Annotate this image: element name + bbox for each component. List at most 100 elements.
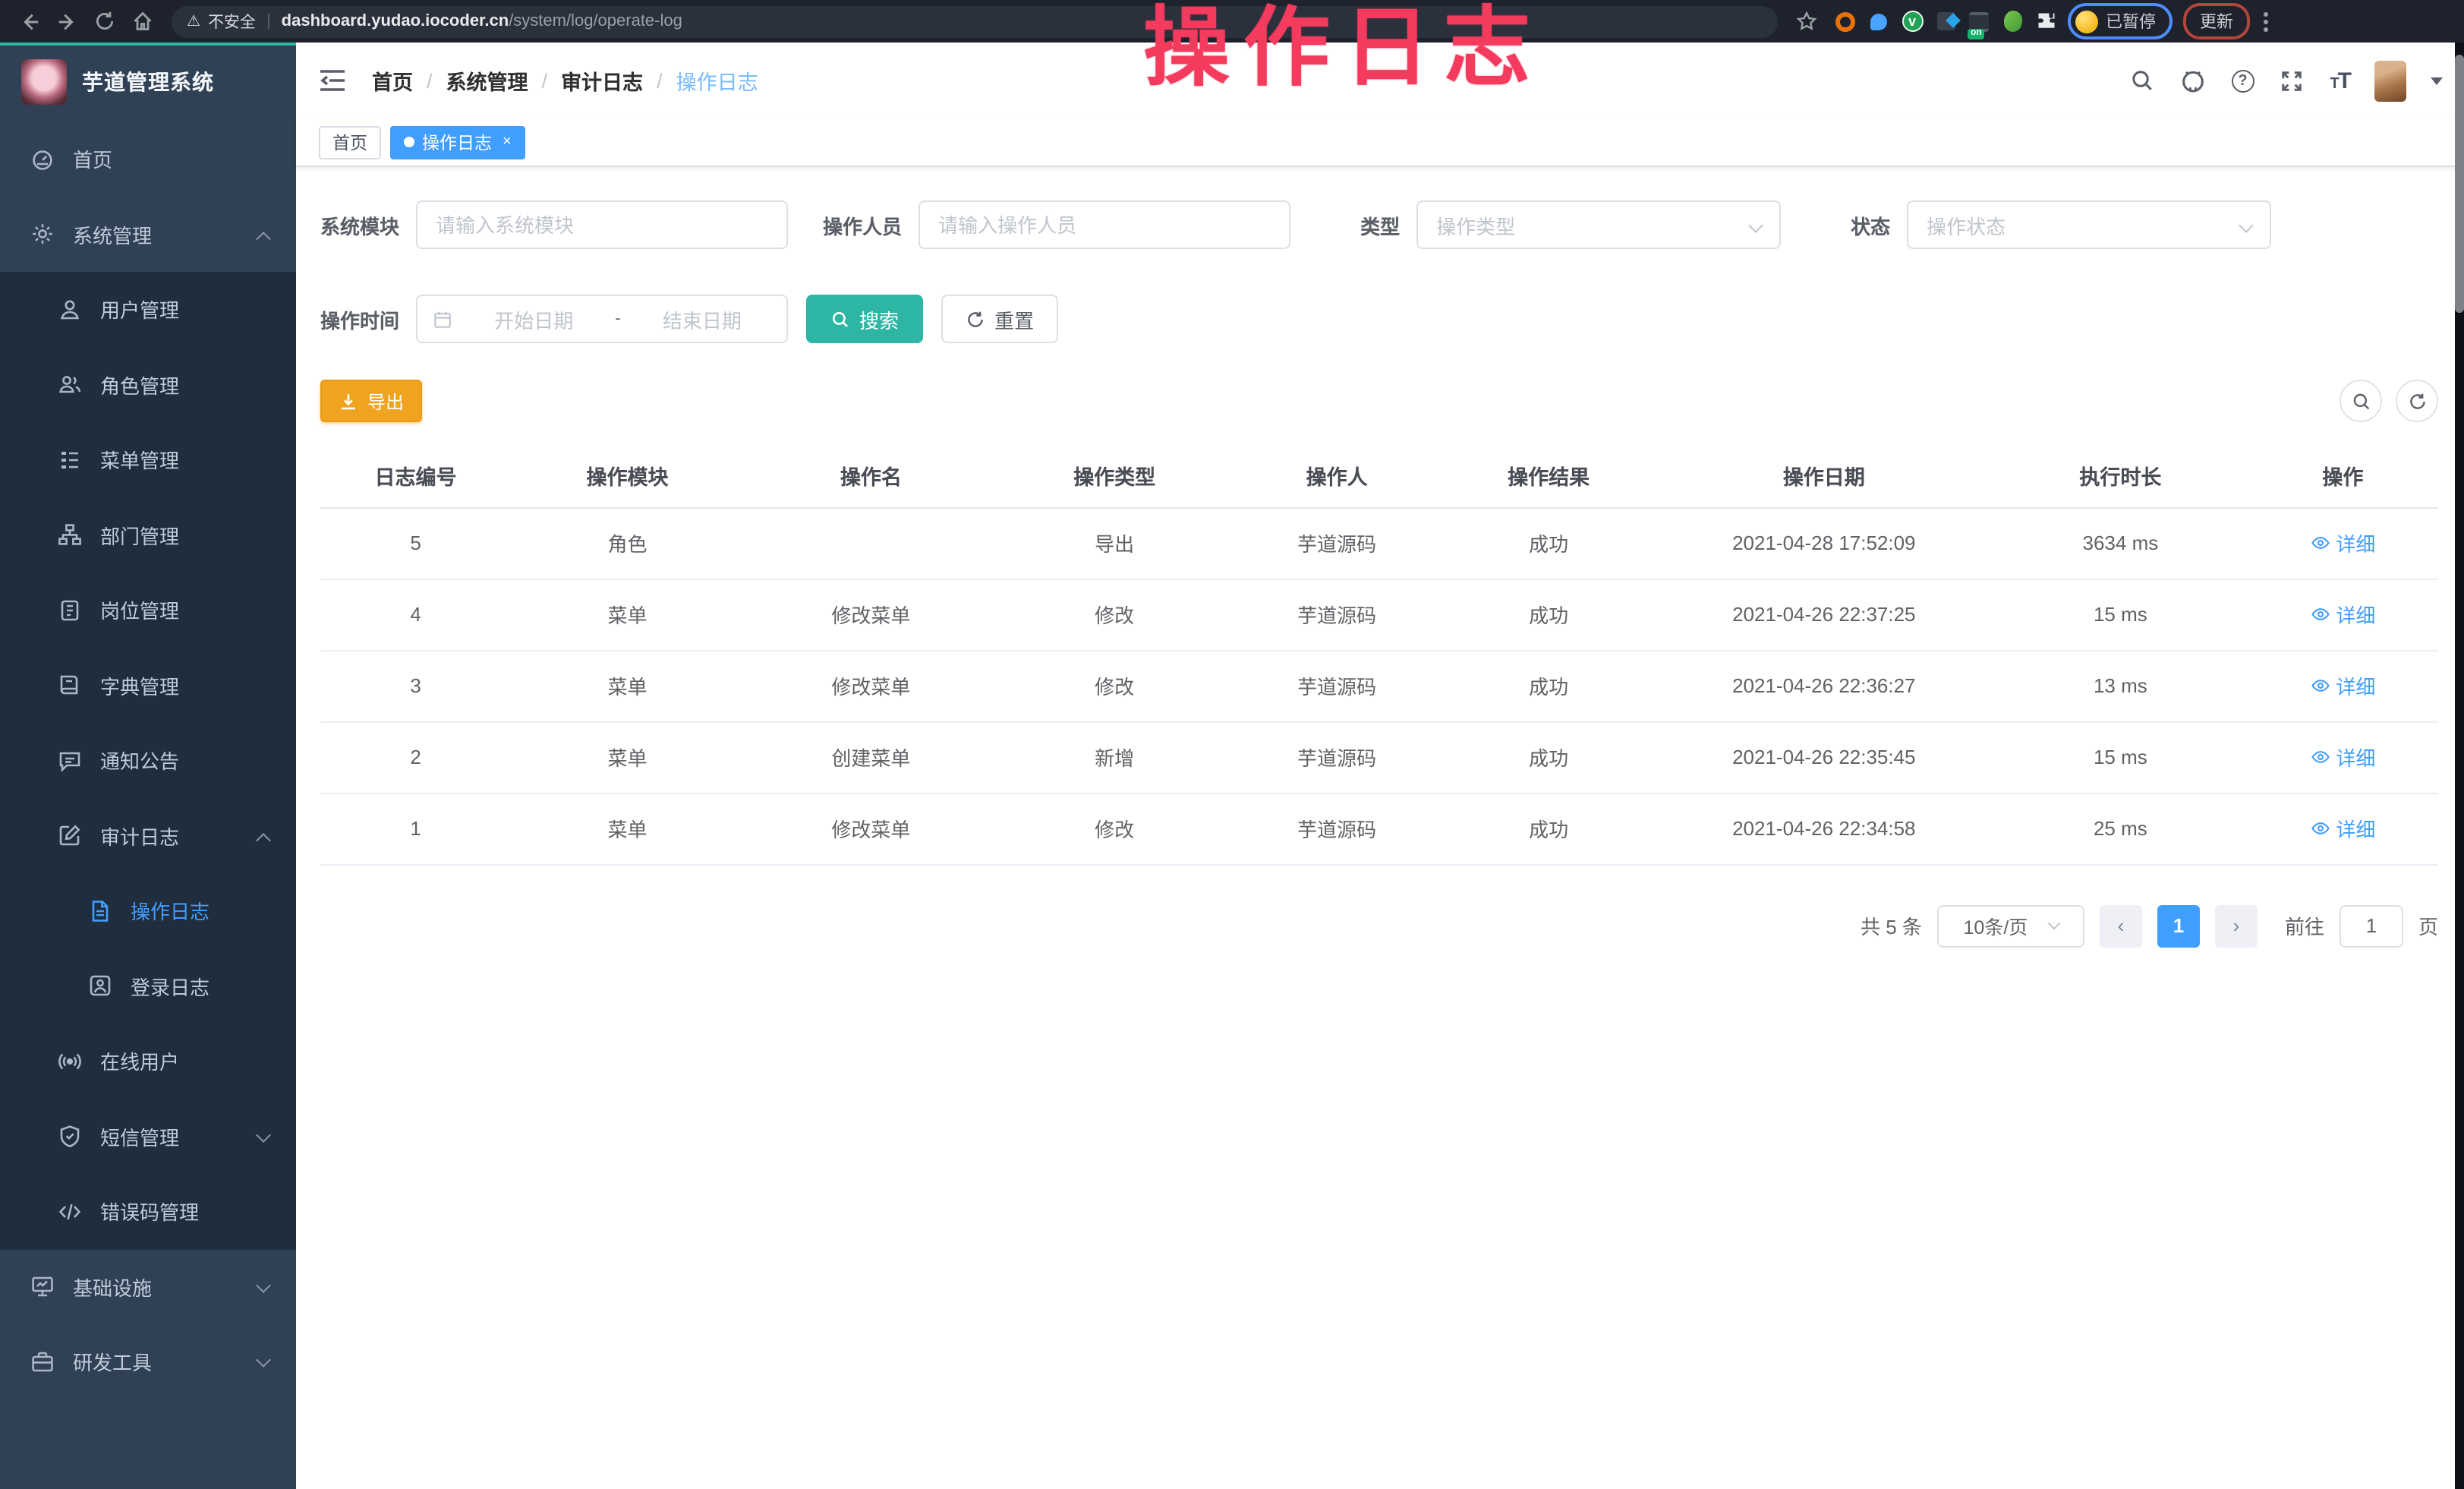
font-size-icon[interactable]: TT <box>2330 68 2350 93</box>
module-input[interactable] <box>416 200 788 249</box>
browser-back-icon[interactable] <box>12 5 46 38</box>
type-select[interactable]: 操作类型 <box>1416 200 1781 249</box>
table-row: 2 菜单 创建菜单 新增 芋道源码 成功 2021-04-26 22:35:45… <box>320 721 2438 793</box>
sidebar-item-error-code[interactable]: 错误码管理 <box>0 1174 296 1249</box>
show-search-circle-button[interactable] <box>2340 380 2382 422</box>
detail-link[interactable]: 详细 <box>2310 743 2375 771</box>
insecure-warning-icon: ⚠ <box>187 13 200 30</box>
page-content: 系统模块 操作人员 类型 操作类型 状态 操作状态 <box>296 167 2464 1489</box>
profile-paused-pill[interactable]: 已暂停 <box>2068 3 2173 39</box>
breadcrumb-system[interactable]: 系统管理 <box>446 65 528 96</box>
tag-label: 操作日志 <box>422 130 492 154</box>
scrollbar-thumb[interactable] <box>2455 55 2464 313</box>
cell-date: 2021-04-26 22:35:45 <box>1655 721 1993 793</box>
cell-type: 新增 <box>998 721 1231 793</box>
sidebar-item-sms-management[interactable]: 短信管理 <box>0 1099 296 1174</box>
help-icon[interactable]: ? <box>2231 69 2254 92</box>
sidebar-item-online-users[interactable]: 在线用户 <box>0 1024 296 1099</box>
detail-link[interactable]: 详细 <box>2310 814 2375 843</box>
detail-link-label: 详细 <box>2336 743 2375 771</box>
sidebar-collapse-icon[interactable] <box>317 65 348 96</box>
browser-menu-icon[interactable] <box>2264 11 2268 31</box>
sidebar-item-dict-management[interactable]: 字典管理 <box>0 648 296 723</box>
sidebar-item-role-management[interactable]: 角色管理 <box>0 347 296 422</box>
screen: ⚠ 不安全 | dashboard.yudao.iocoder.cn /syst… <box>0 0 2464 1489</box>
refresh-circle-button[interactable] <box>2396 380 2438 422</box>
next-page-button[interactable]: › <box>2215 904 2258 947</box>
sitemap-icon <box>58 523 82 547</box>
app-logo-bar[interactable]: 芋道管理系统 <box>0 43 296 121</box>
export-button-label: 导出 <box>367 388 404 414</box>
cell-operator: 芋道源码 <box>1231 650 1443 721</box>
chevron-down-icon <box>1748 218 1763 233</box>
reset-button[interactable]: 重置 <box>941 295 1058 343</box>
menu-list-icon <box>58 448 82 472</box>
user-avatar[interactable] <box>2374 60 2406 101</box>
insecure-label: 不安全 <box>208 10 256 33</box>
logo-image <box>21 59 67 105</box>
app-title: 芋道管理系统 <box>82 67 214 97</box>
sidebar-item-notice[interactable]: 通知公告 <box>0 723 296 798</box>
detail-link[interactable]: 详细 <box>2310 600 2375 629</box>
goto-page-input[interactable] <box>2340 904 2403 947</box>
sidebar-item-dev-tools[interactable]: 研发工具 <box>0 1324 296 1399</box>
export-button[interactable]: 导出 <box>320 380 422 422</box>
page-size-select[interactable]: 10条/页 <box>1937 904 2084 947</box>
detail-link[interactable]: 详细 <box>2310 671 2375 700</box>
fullscreen-icon[interactable] <box>2278 67 2305 94</box>
github-icon[interactable] <box>2179 67 2207 94</box>
table-row: 4 菜单 修改菜单 修改 芋道源码 成功 2021-04-26 22:37:25… <box>320 579 2438 650</box>
sidebar-item-infrastructure[interactable]: 基础设施 <box>0 1249 296 1324</box>
sidebar-item-system-management[interactable]: 系统管理 <box>0 197 296 272</box>
tag-home[interactable]: 首页 <box>319 125 381 159</box>
sidebar-item-label: 通知公告 <box>100 746 179 775</box>
cell-result: 成功 <box>1443 793 1655 864</box>
prev-page-button[interactable]: ‹ <box>2100 904 2142 947</box>
sidebar-item-home[interactable]: 首页 <box>0 121 296 197</box>
extension-pin-icon[interactable] <box>1867 10 1890 33</box>
tag-operate-log[interactable]: 操作日志 × <box>390 125 525 159</box>
browser-forward-icon[interactable] <box>50 5 83 38</box>
extension-puzzle-icon[interactable] <box>2034 10 2057 33</box>
extension-database-icon[interactable]: on <box>1968 10 1990 33</box>
breadcrumb-audit[interactable]: 审计日志 <box>561 65 643 96</box>
table-header-row: 日志编号 操作模块 操作名 操作类型 操作人 操作结果 操作日期 执行时长 操作 <box>320 443 2438 507</box>
date-range-picker[interactable]: 开始日期 - 结束日期 <box>416 295 788 343</box>
browser-update-button[interactable]: 更新 <box>2183 3 2250 39</box>
breadcrumb-home[interactable]: 首页 <box>372 65 413 96</box>
main-area: 首页 / 系统管理 / 审计日志 / 操作日志 ? <box>296 43 2464 1489</box>
table-row: 5 角色 导出 芋道源码 成功 2021-04-28 17:52:09 3634… <box>320 507 2438 579</box>
breadcrumb-separator: / <box>657 69 663 92</box>
sidebar-item-post-management[interactable]: 岗位管理 <box>0 573 296 648</box>
url-host: dashboard.yudao.iocoder.cn <box>282 12 509 30</box>
browser-reload-icon[interactable] <box>88 5 121 38</box>
page-scrollbar[interactable] <box>2455 43 2464 1489</box>
sidebar-item-user-management[interactable]: 用户管理 <box>0 272 296 347</box>
cell-module: 菜单 <box>511 793 744 864</box>
sidebar-item-audit-log[interactable]: 审计日志 <box>0 798 296 873</box>
extension-leaf-icon[interactable] <box>2001 10 2024 33</box>
operator-input[interactable] <box>918 200 1290 249</box>
cell-name: 修改菜单 <box>744 650 998 721</box>
update-label: 更新 <box>2200 14 2233 32</box>
detail-link-label: 详细 <box>2336 528 2375 557</box>
extension-gem-icon[interactable] <box>1934 10 1957 33</box>
extension-green-v-icon[interactable]: v <box>1901 10 1924 33</box>
sidebar-item-dept-management[interactable]: 部门管理 <box>0 497 296 573</box>
search-icon[interactable] <box>2128 67 2155 94</box>
detail-link[interactable]: 详细 <box>2310 528 2375 557</box>
page-number-1[interactable]: 1 <box>2157 904 2200 947</box>
extension-orange-ring-icon[interactable] <box>1834 10 1857 33</box>
search-button[interactable]: 搜索 <box>806 295 923 343</box>
sidebar-item-login-log[interactable]: 登录日志 <box>0 948 296 1024</box>
bookmark-star-icon[interactable] <box>1790 5 1823 38</box>
tag-close-icon[interactable]: × <box>503 134 512 150</box>
sidebar-item-operate-log[interactable]: 操作日志 <box>0 873 296 948</box>
sidebar-item-label: 错误码管理 <box>100 1197 199 1226</box>
reset-button-label: 重置 <box>994 304 1034 333</box>
browser-home-icon[interactable] <box>126 5 159 38</box>
sidebar-item-menu-management[interactable]: 菜单管理 <box>0 422 296 497</box>
cell-type: 修改 <box>998 579 1231 650</box>
status-select[interactable]: 操作状态 <box>1907 200 2271 249</box>
user-menu-caret-icon[interactable] <box>2431 77 2443 84</box>
